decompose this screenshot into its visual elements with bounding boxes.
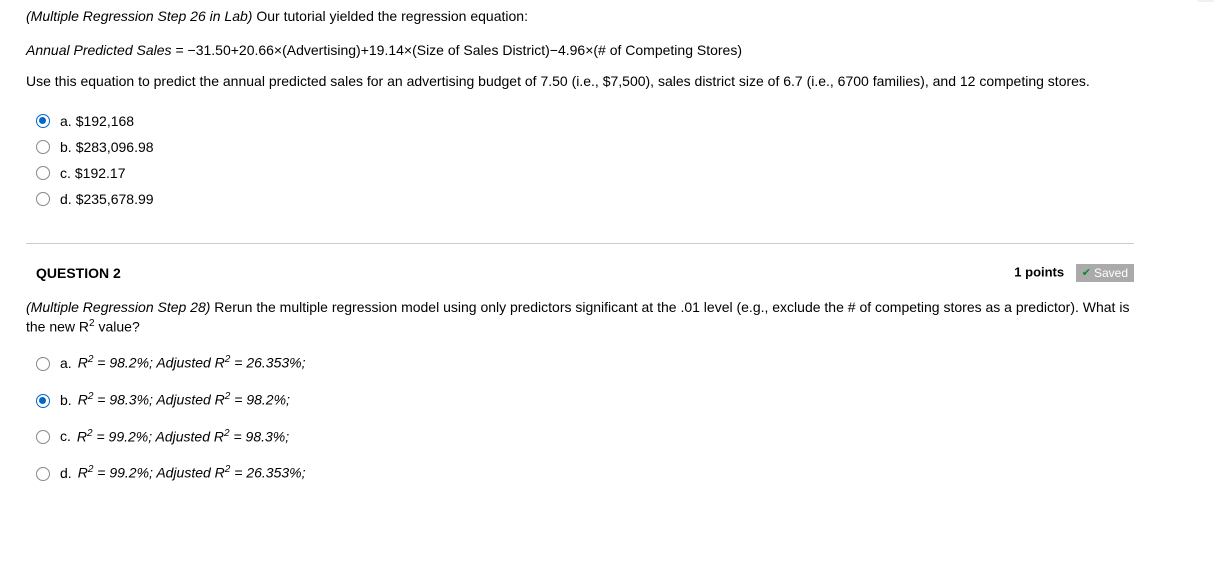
opt-text: $235,678.99	[76, 191, 154, 207]
q2-options: a. R2 = 98.2%; Adjusted R2 = 26.353%; b.…	[36, 354, 1134, 481]
points-label: 1 points ✔Saved	[1014, 264, 1134, 282]
saved-badge: ✔Saved	[1076, 264, 1134, 282]
q2-prompt-tail: value?	[95, 318, 140, 334]
opt-text: $192.17	[75, 165, 126, 181]
opt-formula: R2 = 99.2%; Adjusted R2 = 26.353%;	[78, 464, 306, 481]
opt-letter: b.	[60, 392, 72, 408]
opt-letter: a.	[60, 113, 72, 129]
q2-header-row: QUESTION 2 1 points ✔Saved	[26, 264, 1134, 282]
opt-text: $192,168	[76, 113, 134, 129]
eq-lhs: Annual Predicted Sales	[26, 42, 175, 58]
q2-option-d[interactable]: d. R2 = 99.2%; Adjusted R2 = 26.353%;	[36, 464, 1134, 481]
q1-option-d[interactable]: d. $235,678.99	[36, 191, 1134, 207]
opt-formula: R2 = 99.2%; Adjusted R2 = 98.3%;	[77, 428, 289, 445]
q1-option-b[interactable]: b. $283,096.98	[36, 139, 1134, 155]
radio-icon[interactable]	[36, 166, 50, 180]
points-text: 1 points	[1014, 264, 1064, 279]
radio-icon[interactable]	[36, 467, 50, 481]
eq-rhs-nums: −31.50+20.66×(Advertising)+19.14×(Size o…	[188, 42, 742, 58]
radio-icon[interactable]	[36, 394, 50, 408]
check-icon: ✔	[1082, 266, 1091, 279]
radio-icon[interactable]	[36, 430, 50, 444]
opt-letter: d.	[60, 465, 72, 481]
q1-equation: Annual Predicted Sales = −31.50+20.66×(A…	[26, 42, 1134, 58]
q1-intro: Our tutorial yielded the regression equa…	[252, 8, 528, 24]
opt-formula: R2 = 98.2%; Adjusted R2 = 26.353%;	[78, 354, 306, 371]
radio-icon[interactable]	[36, 140, 50, 154]
radio-icon[interactable]	[36, 114, 50, 128]
q1-prompt: (Multiple Regression Step 26 in Lab) Our…	[26, 8, 1134, 24]
q1-ref: (Multiple Regression Step 26 in Lab)	[26, 8, 252, 24]
divider	[26, 243, 1134, 244]
saved-text: Saved	[1094, 266, 1128, 280]
q1-option-a[interactable]: a. $192,168	[36, 113, 1134, 129]
opt-text: $283,096.98	[76, 139, 154, 155]
q1-options: a. $192,168 b. $283,096.98 c. $192.17 d.…	[36, 113, 1134, 207]
q2-ref: (Multiple Regression Step 28)	[26, 299, 210, 315]
radio-icon[interactable]	[36, 192, 50, 206]
q2-heading: QUESTION 2	[36, 265, 121, 281]
opt-letter: d.	[60, 191, 72, 207]
q2-prompt: (Multiple Regression Step 28) Rerun the …	[26, 298, 1134, 336]
opt-letter: c.	[60, 428, 71, 444]
opt-letter: b.	[60, 139, 72, 155]
content-area: (Multiple Regression Step 26 in Lab) Our…	[0, 0, 1160, 481]
q2-option-b[interactable]: b. R2 = 98.3%; Adjusted R2 = 98.2%;	[36, 391, 1134, 408]
opt-letter: a.	[60, 355, 72, 371]
q2-option-c[interactable]: c. R2 = 99.2%; Adjusted R2 = 98.3%;	[36, 428, 1134, 445]
opt-formula: R2 = 98.3%; Adjusted R2 = 98.2%;	[78, 391, 290, 408]
q1-instruction: Use this equation to predict the annual …	[26, 72, 1134, 91]
eq-equals: =	[175, 42, 187, 58]
radio-icon[interactable]	[36, 357, 50, 371]
q2-option-a[interactable]: a. R2 = 98.2%; Adjusted R2 = 26.353%;	[36, 354, 1134, 371]
q1-option-c[interactable]: c. $192.17	[36, 165, 1134, 181]
opt-letter: c.	[60, 165, 71, 181]
scrollbar-track[interactable]	[1198, 0, 1214, 2]
